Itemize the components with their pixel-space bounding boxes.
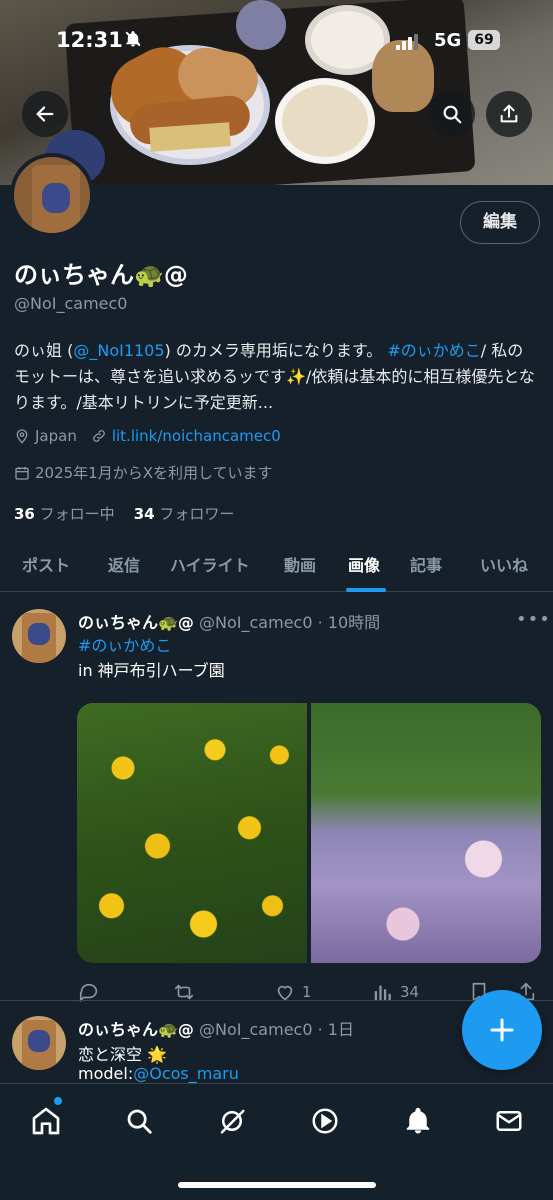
link-icon bbox=[92, 430, 105, 442]
post-header: のぃちゃん🐢@ @NoI_camec0 · 10時間 bbox=[78, 609, 380, 633]
profile-tabs: ポスト 返信 ハイライト 動画 画像 記事 いいね bbox=[0, 536, 553, 592]
bio-text: のぃ姐 ( bbox=[14, 341, 74, 360]
post-media-grid bbox=[77, 703, 541, 963]
post-avatar[interactable] bbox=[12, 1016, 66, 1070]
tab-videos[interactable]: 動画 bbox=[284, 552, 316, 576]
post-text-line: #のぃかめこ bbox=[78, 632, 171, 656]
calendar-icon bbox=[15, 466, 29, 480]
followers-label: フォロワー bbox=[159, 505, 235, 523]
nav-video[interactable] bbox=[308, 1104, 342, 1138]
post-divider bbox=[0, 1000, 553, 1001]
avatar-face bbox=[28, 1030, 50, 1052]
model-prefix: model: bbox=[78, 1064, 134, 1083]
avatar-face bbox=[28, 623, 50, 645]
post-text-line: in 神戸布引ハーブ園 bbox=[78, 661, 225, 680]
post-image-lilies[interactable] bbox=[311, 703, 541, 963]
view-count: 34 bbox=[400, 983, 420, 1001]
tab-likes[interactable]: いいね bbox=[480, 552, 528, 576]
notification-dot bbox=[54, 1097, 62, 1105]
post-avatar[interactable] bbox=[12, 609, 66, 663]
bio-mention-link[interactable]: @_NoI1105 bbox=[73, 341, 164, 360]
search-button[interactable] bbox=[429, 91, 475, 137]
post-time: · 1日 bbox=[317, 1020, 354, 1039]
bell-icon bbox=[406, 1107, 430, 1134]
nav-messages[interactable] bbox=[492, 1104, 526, 1138]
more-options-icon[interactable]: ••• bbox=[516, 609, 551, 630]
bio-text: ) のカメラ専用垢になります。 bbox=[164, 341, 388, 360]
post-text-line: model:@Ocos_maru bbox=[78, 1064, 239, 1083]
grok-icon bbox=[220, 1109, 245, 1134]
like-count: 1 bbox=[302, 983, 312, 1001]
nav-explore[interactable] bbox=[122, 1104, 156, 1138]
network-type: 5G bbox=[434, 30, 462, 51]
search-icon bbox=[443, 105, 462, 124]
profile-avatar[interactable] bbox=[10, 153, 94, 237]
post-time: · 10時間 bbox=[317, 613, 381, 632]
followers-link[interactable]: 34 フォロワー bbox=[134, 505, 235, 523]
followers-count: 34 bbox=[133, 505, 155, 523]
home-indicator bbox=[178, 1182, 376, 1188]
profile-meta-row: Japan lit.link/noichancamec0 bbox=[14, 427, 281, 445]
play-circle-icon bbox=[312, 1108, 338, 1134]
post-hashtag-link[interactable]: #のぃかめこ bbox=[78, 636, 171, 655]
following-link[interactable]: 36 フォロー中 bbox=[14, 505, 115, 523]
plus-icon bbox=[490, 1018, 514, 1042]
signal-icon bbox=[396, 34, 418, 50]
profile-joined-row: 2025年1月からXを利用しています bbox=[14, 462, 273, 483]
profile-bio: のぃ姐 (@_NoI1105) のカメラ専用垢になります。 #のぃかめこ/ 私の… bbox=[14, 338, 539, 416]
bio-hashtag-link[interactable]: #のぃかめこ bbox=[387, 341, 480, 360]
avatar-face bbox=[42, 183, 70, 213]
arrow-left-icon bbox=[36, 106, 54, 122]
profile-name: のぃちゃん🐢@ bbox=[14, 261, 188, 289]
search-icon bbox=[127, 1109, 152, 1134]
tab-articles[interactable]: 記事 bbox=[410, 552, 442, 576]
tab-highlights[interactable]: ハイライト bbox=[170, 552, 250, 576]
back-button[interactable] bbox=[22, 91, 68, 137]
edit-profile-button[interactable]: 編集 bbox=[460, 201, 540, 244]
following-label: フォロー中 bbox=[39, 505, 115, 523]
battery-indicator: 69 bbox=[468, 30, 500, 50]
status-time: 12:31 bbox=[56, 28, 123, 52]
compose-post-button[interactable] bbox=[462, 990, 542, 1070]
post-author-handle[interactable]: @NoI_camec0 bbox=[199, 1020, 312, 1039]
post-author-name[interactable]: のぃちゃん🐢@ bbox=[78, 1020, 194, 1039]
post-image-yellow-flowers[interactable] bbox=[77, 703, 307, 963]
follow-stats: 36 フォロー中 34 フォロワー bbox=[14, 503, 234, 524]
post[interactable]: のぃちゃん🐢@ @NoI_camec0 · 10時間 ••• #のぃかめこ in… bbox=[0, 609, 553, 1003]
tab-replies[interactable]: 返信 bbox=[108, 552, 140, 576]
following-count: 36 bbox=[14, 505, 35, 523]
post-text-line: 恋と深空 🌟 bbox=[78, 1045, 168, 1064]
profile-joined: 2025年1月からXを利用しています bbox=[35, 464, 273, 482]
nav-grok[interactable] bbox=[215, 1104, 249, 1138]
nav-notifications[interactable] bbox=[401, 1104, 435, 1138]
nav-home[interactable] bbox=[29, 1104, 63, 1138]
mail-icon bbox=[496, 1111, 522, 1131]
location-pin-icon bbox=[16, 429, 28, 444]
share-profile-button[interactable] bbox=[486, 91, 532, 137]
post-mention-link[interactable]: @Ocos_maru bbox=[133, 1064, 239, 1083]
profile-location: Japan bbox=[35, 427, 77, 445]
post-header: のぃちゃん🐢@ @NoI_camec0 · 1日 bbox=[78, 1016, 354, 1040]
banner-soup-bowl bbox=[275, 78, 375, 164]
profile-handle: @NoI_camec0 bbox=[14, 294, 128, 313]
active-tab-indicator bbox=[346, 588, 386, 592]
profile-website-link[interactable]: lit.link/noichancamec0 bbox=[112, 427, 281, 445]
home-icon bbox=[32, 1107, 60, 1135]
post-author-handle[interactable]: @NoI_camec0 bbox=[199, 613, 312, 632]
status-bar: 12:31 5G 69 bbox=[0, 0, 553, 70]
post-author-name[interactable]: のぃちゃん🐢@ bbox=[78, 613, 194, 632]
tab-posts[interactable]: ポスト bbox=[22, 552, 70, 576]
bell-off-icon bbox=[125, 31, 141, 47]
tab-media[interactable]: 画像 bbox=[348, 552, 380, 576]
share-icon bbox=[500, 104, 518, 123]
